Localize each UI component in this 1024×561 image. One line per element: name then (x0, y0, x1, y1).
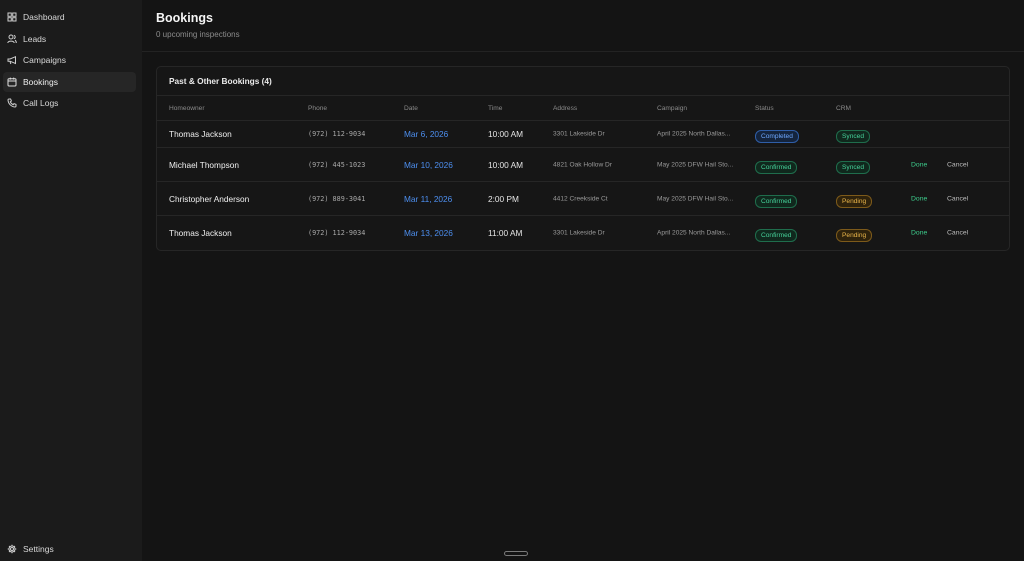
phone-number: (972) 112-9034 (308, 229, 366, 237)
done-button[interactable]: Done (911, 230, 927, 237)
sidebar-item-dashboard[interactable]: Dashboard (3, 7, 136, 27)
phone-number: (972) 112-9034 (308, 130, 366, 138)
booking-date-link[interactable]: Mar 10, 2026 (404, 160, 453, 170)
status-badge: Completed (755, 130, 799, 143)
crm-cell: Synced (836, 156, 870, 174)
sidebar-item-call-logs[interactable]: Call Logs (3, 93, 136, 113)
page-header: Bookings 0 upcoming inspections (142, 0, 1024, 52)
bookings-card: Past & Other Bookings (4) Homeowner Phon… (156, 66, 1010, 251)
booking-date-link[interactable]: Mar 13, 2026 (404, 228, 453, 238)
booking-date-link[interactable]: Mar 6, 2026 (404, 129, 448, 139)
table-row[interactable]: Thomas Jackson (972) 112-9034 Mar 6, 202… (157, 121, 1009, 148)
table-header: Homeowner Phone Date Time Address Campai… (157, 96, 1009, 121)
scroll-handle[interactable] (504, 551, 528, 556)
column-header-crm: CRM (836, 105, 852, 112)
sidebar-item-label: Campaigns (23, 55, 66, 65)
done-button[interactable]: Done (911, 161, 927, 168)
address: 3301 Lakeside Dr (553, 130, 605, 138)
sidebar-item-label: Leads (23, 33, 47, 44)
cancel-button[interactable]: Cancel (947, 161, 968, 168)
gear-icon (7, 544, 17, 554)
table-row[interactable]: Christopher Anderson (972) 889-3041 Mar … (157, 182, 1009, 216)
crm-cell: Pending (836, 190, 873, 208)
homeowner-name: Thomas Jackson (169, 129, 232, 139)
booking-time: 11:00 AM (488, 228, 523, 238)
status-cell: Confirmed (755, 224, 798, 242)
cancel-button[interactable]: Cancel (947, 230, 968, 237)
booking-time: 10:00 AM (488, 159, 524, 170)
status-cell: Completed (755, 125, 799, 143)
status-badge: Confirmed (755, 160, 798, 174)
sidebar-item-leads[interactable]: Leads (3, 29, 136, 49)
status-cell: Confirmed (755, 190, 798, 208)
crm-badge: Pending (836, 229, 873, 242)
crm-cell: Pending (836, 224, 873, 242)
address: 3301 Lakeside Dr (553, 229, 605, 237)
column-header-time: Time (488, 105, 503, 112)
settings-label: Settings (23, 544, 54, 554)
status-badge: Confirmed (755, 229, 798, 242)
table-row[interactable]: Michael Thompson (972) 445-1023 Mar 10, … (157, 148, 1009, 182)
column-header-date: Date (404, 105, 418, 112)
sidebar: Dashboard Leads Campaigns Bookings Call … (0, 0, 142, 561)
users-icon (7, 34, 17, 44)
card-title: Past & Other Bookings (4) (157, 67, 1009, 96)
homeowner-name: Thomas Jackson (169, 228, 232, 238)
sidebar-item-bookings[interactable]: Bookings (3, 71, 136, 92)
campaign-name: April 2025 North Dallas... (657, 229, 731, 237)
sidebar-item-campaigns[interactable]: Campaigns (3, 50, 136, 70)
app-window: Dashboard Leads Campaigns Bookings Call … (0, 0, 1024, 561)
page-subtitle: 0 upcoming inspections (156, 30, 240, 39)
crm-badge: Pending (836, 194, 873, 208)
phone-number: (972) 889-3041 (308, 194, 366, 203)
crm-badge: Synced (836, 130, 870, 143)
calendar-icon (7, 77, 17, 87)
main-content: Bookings 0 upcoming inspections Past & O… (142, 0, 1024, 561)
column-header-phone: Phone (308, 105, 328, 112)
sidebar-item-label: Bookings (23, 76, 58, 87)
done-button[interactable]: Done (911, 195, 927, 202)
booking-time: 2:00 PM (488, 193, 519, 204)
page-title: Bookings (156, 11, 213, 25)
status-cell: Confirmed (755, 156, 798, 174)
cancel-button[interactable]: Cancel (947, 195, 968, 202)
sidebar-item-settings[interactable]: Settings (3, 539, 136, 559)
address: 4412 Creekside Ct (553, 195, 608, 202)
campaign-name: April 2025 North Dallas... (657, 130, 731, 138)
column-header-address: Address (553, 105, 578, 112)
homeowner-name: Michael Thompson (169, 159, 239, 170)
phone-number: (972) 445-1023 (308, 160, 366, 169)
column-header-homeowner: Homeowner (169, 105, 205, 112)
sidebar-item-label: Dashboard (23, 12, 65, 22)
campaign-name: May 2025 DFW Hail Sto... (657, 195, 734, 202)
sidebar-item-label: Call Logs (23, 98, 59, 108)
phone-icon (7, 98, 17, 108)
campaign-name: May 2025 DFW Hail Sto... (657, 161, 734, 168)
status-badge: Confirmed (755, 194, 798, 208)
column-header-status: Status (755, 105, 774, 112)
booking-time: 10:00 AM (488, 129, 524, 139)
homeowner-name: Christopher Anderson (169, 193, 250, 204)
booking-date-link[interactable]: Mar 11, 2026 (404, 194, 452, 204)
crm-cell: Synced (836, 125, 870, 143)
crm-badge: Synced (836, 160, 870, 174)
table-row[interactable]: Thomas Jackson (972) 112-9034 Mar 13, 20… (157, 216, 1009, 250)
address: 4821 Oak Hollow Dr (553, 161, 613, 168)
megaphone-icon (7, 55, 17, 65)
column-header-campaign: Campaign (657, 105, 688, 112)
dashboard-icon (7, 12, 17, 22)
